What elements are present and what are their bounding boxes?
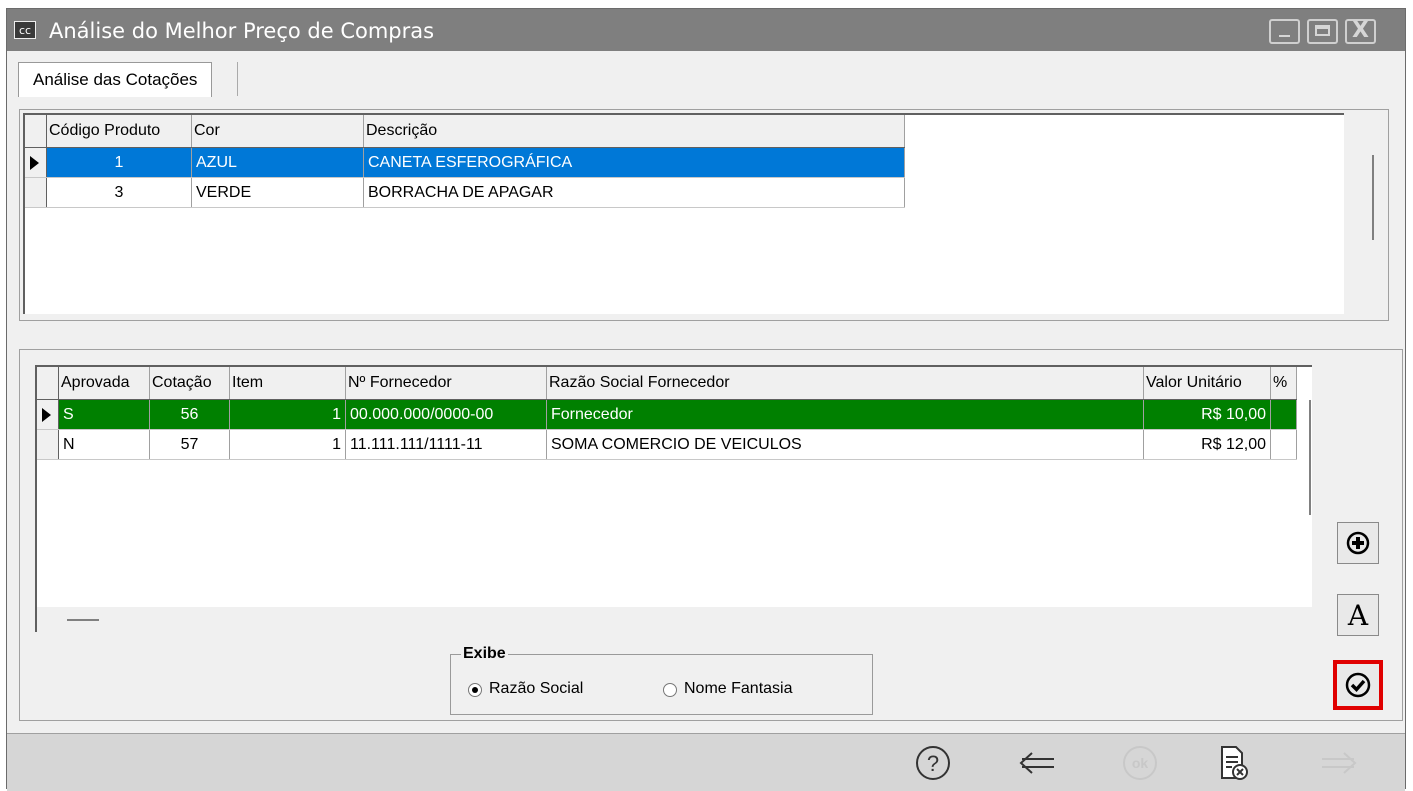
cell-aprovada[interactable]: N — [59, 430, 150, 459]
cell-percent[interactable] — [1271, 430, 1297, 459]
cell-cor[interactable]: AZUL — [192, 148, 364, 177]
maximize-button[interactable] — [1307, 19, 1338, 44]
row-indicator — [25, 148, 47, 177]
back-arrow-icon — [1019, 752, 1054, 774]
plus-circle-icon — [1346, 531, 1370, 555]
check-circle-icon — [1345, 672, 1371, 698]
row-indicator — [37, 430, 59, 459]
tab-analise-cotacoes[interactable]: Análise das Cotações — [18, 62, 213, 97]
radio-razao-social-label[interactable]: Razão Social — [489, 680, 583, 698]
column-header-codigo[interactable]: Código Produto — [47, 115, 192, 147]
forward-arrow-icon — [1322, 752, 1357, 774]
row-indicator — [37, 400, 59, 429]
column-header-cor[interactable]: Cor — [192, 115, 364, 147]
minimize-button[interactable] — [1269, 19, 1300, 44]
cell-percent[interactable] — [1271, 400, 1297, 429]
cell-descricao[interactable]: CANETA ESFEROGRÁFICA — [364, 148, 905, 177]
quotes-grid-header: Aprovada Cotação Item Nº Fornecedor Razã… — [37, 367, 1297, 400]
products-scrollbar[interactable] — [1372, 155, 1374, 240]
quotes-scrollbar[interactable] — [1309, 400, 1311, 515]
help-icon: ? — [916, 746, 950, 780]
products-grid[interactable]: Código Produto Cor Descrição 1 AZUL CANE… — [23, 113, 1344, 314]
cell-cotacao[interactable]: 57 — [150, 430, 230, 459]
cell-cor[interactable]: VERDE — [192, 178, 364, 207]
cell-codigo[interactable]: 3 — [47, 178, 192, 207]
cell-item[interactable]: 1 — [230, 400, 346, 429]
cell-razao-social[interactable]: SOMA COMERCIO DE VEICULOS — [547, 430, 1144, 459]
close-button[interactable]: X — [1345, 18, 1376, 44]
cell-valor-unitario[interactable]: R$ 10,00 — [1144, 400, 1271, 429]
ok-button[interactable]: ok — [1119, 744, 1161, 782]
back-button[interactable] — [1017, 744, 1059, 782]
row-indicator-header — [25, 115, 47, 147]
quotes-hscrollbar[interactable] — [37, 607, 1312, 632]
cell-aprovada[interactable]: S — [59, 400, 150, 429]
cell-fornecedor[interactable]: 11.111.111/1111-11 — [346, 430, 547, 459]
column-header-cotacao[interactable]: Cotação — [150, 367, 230, 399]
column-header-fornecedor[interactable]: Nº Fornecedor — [346, 367, 547, 399]
column-header-valor-unitario[interactable]: Valor Unitário — [1144, 367, 1271, 399]
cancel-document-button[interactable] — [1212, 744, 1254, 782]
main-window: cc Análise do Melhor Preço de Compras X … — [6, 8, 1406, 791]
quotes-grid[interactable]: Aprovada Cotação Item Nº Fornecedor Razã… — [35, 365, 1312, 632]
close-icon: X — [1352, 18, 1369, 43]
svg-text:?: ? — [927, 751, 939, 776]
products-grid-header: Código Produto Cor Descrição — [25, 115, 905, 148]
cell-item[interactable]: 1 — [230, 430, 346, 459]
column-header-percent[interactable]: % — [1271, 367, 1297, 399]
approve-button[interactable] — [1333, 660, 1383, 710]
svg-text:ok: ok — [1132, 755, 1149, 771]
radio-razao-social[interactable] — [468, 683, 482, 697]
title-bar: cc Análise do Melhor Preço de Compras X — [7, 9, 1405, 51]
products-panel: Código Produto Cor Descrição 1 AZUL CANE… — [19, 109, 1389, 321]
cell-razao-social[interactable]: Fornecedor — [547, 400, 1144, 429]
font-button[interactable]: A — [1337, 594, 1379, 636]
help-button[interactable]: ? — [912, 744, 954, 782]
window-title: Análise do Melhor Preço de Compras — [49, 19, 435, 43]
current-row-arrow-icon — [30, 156, 39, 170]
footer-toolbar: ? ok — [7, 733, 1405, 791]
cell-valor-unitario[interactable]: R$ 12,00 — [1144, 430, 1271, 459]
cell-cotacao[interactable]: 56 — [150, 400, 230, 429]
add-button[interactable] — [1337, 522, 1379, 564]
radio-nome-fantasia-label[interactable]: Nome Fantasia — [684, 680, 793, 698]
forward-button[interactable] — [1317, 744, 1359, 782]
table-row[interactable]: N 57 1 11.111.111/1111-11 SOMA COMERCIO … — [37, 430, 1297, 460]
table-row[interactable]: S 56 1 00.000.000/0000-00 Fornecedor R$ … — [37, 400, 1297, 430]
cancel-document-icon — [1221, 746, 1248, 780]
column-header-item[interactable]: Item — [230, 367, 346, 399]
radio-nome-fantasia[interactable] — [663, 683, 677, 697]
exibe-legend: Exibe — [461, 645, 508, 663]
table-row[interactable]: 3 VERDE BORRACHA DE APAGAR — [25, 178, 905, 208]
cell-fornecedor[interactable]: 00.000.000/0000-00 — [346, 400, 547, 429]
hscroll-thumb[interactable] — [67, 619, 99, 621]
current-row-arrow-icon — [42, 408, 51, 422]
font-a-icon: A — [1347, 599, 1369, 632]
column-header-razao-social[interactable]: Razão Social Fornecedor — [547, 367, 1144, 399]
tab-divider — [237, 62, 238, 96]
cell-codigo[interactable]: 1 — [47, 148, 192, 177]
column-header-descricao[interactable]: Descrição — [364, 115, 905, 147]
ok-icon: ok — [1123, 746, 1157, 780]
exibe-group: Exibe Razão Social Nome Fantasia — [450, 645, 873, 715]
row-indicator — [25, 178, 47, 207]
column-header-aprovada[interactable]: Aprovada — [59, 367, 150, 399]
app-icon: cc — [14, 21, 36, 39]
table-row[interactable]: 1 AZUL CANETA ESFEROGRÁFICA — [25, 148, 905, 178]
cell-descricao[interactable]: BORRACHA DE APAGAR — [364, 178, 905, 207]
row-indicator-header — [37, 367, 59, 399]
